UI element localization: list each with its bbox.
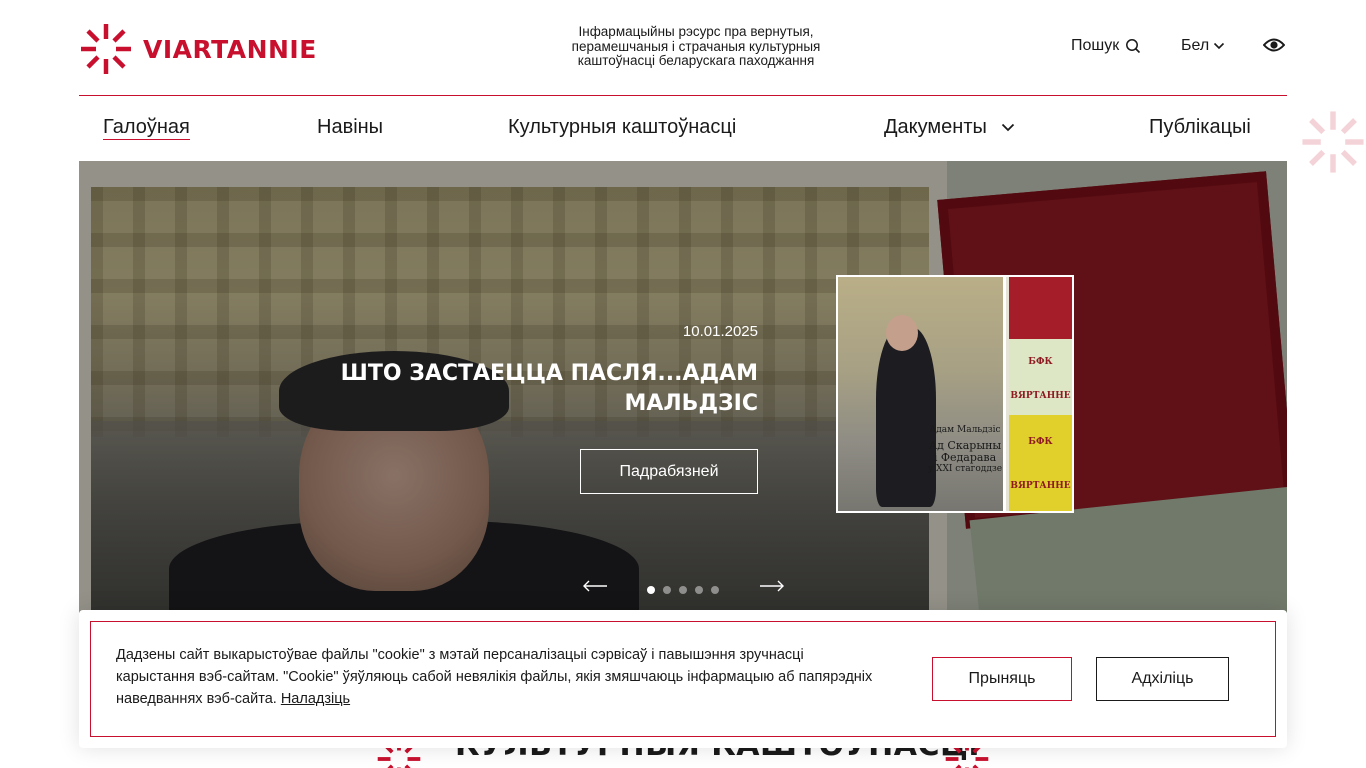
accept-cookies-button[interactable]: Прыняць <box>932 657 1072 701</box>
site-tagline: Інфармацыйны рэсурс пра вернутыя, пераме… <box>541 24 851 69</box>
cover-yellow: БФК ВЯРТАННЕ <box>1009 415 1072 511</box>
nav-item-label: Навіны <box>317 116 384 138</box>
site-logo[interactable]: VIARTANNIE <box>79 22 317 76</box>
language-label: Бел <box>1181 37 1210 54</box>
site-header: VIARTANNIE Інфармацыйны рэсурс пра верну… <box>79 0 1287 96</box>
nav-item-cultural-values[interactable]: Культурныя каштоўнасці <box>508 116 736 139</box>
cover-label: БФК <box>1028 437 1053 447</box>
accessibility-button[interactable] <box>1262 37 1286 58</box>
search-button[interactable]: Пошук <box>1071 37 1141 55</box>
nav-item-home[interactable]: Галоўная <box>103 116 190 140</box>
nav-item-label: Галоўная <box>103 116 190 140</box>
nav-item-documents[interactable]: Дакументы <box>884 116 1015 139</box>
tagline-line: каштоўнасці беларускага паходжання <box>577 53 815 68</box>
cover-label: БФК <box>1028 357 1053 367</box>
slider-dots <box>647 586 719 594</box>
search-icon <box>1126 39 1141 54</box>
cookie-banner-frame: Дадзены сайт выкарыстоўвае файлы "cookie… <box>90 621 1276 737</box>
slider-dot[interactable] <box>663 586 671 594</box>
nav-item-news[interactable]: Навіны <box>317 116 383 139</box>
logo-star-icon <box>81 24 131 74</box>
cover-label: ВЯРТАННЕ <box>1010 391 1071 401</box>
nav-item-label: Публікацыі <box>1149 116 1251 138</box>
cookie-settings-link[interactable]: Наладзіць <box>281 691 350 707</box>
cover-label: ВЯРТАННЕ <box>1010 481 1071 491</box>
read-more-button[interactable]: Падрабязней <box>580 449 758 494</box>
nav-item-publications[interactable]: Публікацыі <box>1149 116 1251 139</box>
cover-red <box>1009 277 1072 339</box>
cookie-message: Дадзены сайт выкарыстоўвае файлы "cookie… <box>116 647 873 707</box>
thumbnail-author: Адам Мальдзіс <box>929 425 1001 435</box>
chevron-down-icon <box>1214 42 1225 50</box>
search-label: Пошук <box>1071 37 1120 54</box>
thumbnail-book-title: Ад Скарыны і Федарава <box>928 439 1002 464</box>
thumbnail-covers: БФК ВЯРТАННЕ БФК ВЯРТАННЕ <box>1009 277 1072 511</box>
hero-thumbnail: Адам Мальдзіс Ад Скарыны і Федарава у XX… <box>836 275 1074 513</box>
slider-dot[interactable] <box>695 586 703 594</box>
logo-text: VIARTANNIE <box>143 34 317 64</box>
tagline-line: перамешчаныя і страчаныя культурныя <box>571 38 821 54</box>
decorative-star-icon <box>1302 111 1364 173</box>
hero-date: 10.01.2025 <box>682 323 758 340</box>
hero-slider: 10.01.2025 ШТО ЗАСТАЕЦЦА ПАСЛЯ...АДАМ МА… <box>79 161 1287 613</box>
thumbnail-figure <box>876 327 936 507</box>
nav-item-label: Культурныя каштоўнасці <box>508 116 737 138</box>
cookie-banner: Дадзены сайт выкарыстоўвае файлы "cookie… <box>79 610 1287 748</box>
hero-title: ШТО ЗАСТАЕЦЦА ПАСЛЯ...АДАМ МАЛЬДЗІС <box>340 361 758 416</box>
nav-item-label: Дакументы <box>884 116 987 138</box>
thumbnail-face <box>886 315 918 351</box>
arrow-left-icon[interactable] <box>582 579 608 593</box>
reject-cookies-button[interactable]: Адхіліць <box>1096 657 1229 701</box>
thumbnail-caption: Адам Мальдзіс Ад Скарыны і Федарава у XX… <box>926 425 1004 475</box>
language-selector[interactable]: Бел <box>1181 37 1225 55</box>
arrow-right-icon[interactable] <box>759 579 785 593</box>
eye-icon <box>1262 38 1286 52</box>
main-nav: Галоўная Навіны Культурныя каштоўнасці Д… <box>79 97 1287 161</box>
cookie-text: Дадзены сайт выкарыстоўвае файлы "cookie… <box>116 644 886 710</box>
thumbnail-book-subtitle: у XXI стагоддзе <box>927 464 1003 474</box>
slider-dot[interactable] <box>647 586 655 594</box>
slider-dot[interactable] <box>711 586 719 594</box>
chevron-down-icon <box>1001 123 1015 132</box>
cover-green: БФК ВЯРТАННЕ <box>1009 339 1072 415</box>
thumbnail-photo: Адам Мальдзіс Ад Скарыны і Федарава у XX… <box>838 277 1006 511</box>
tagline-line: Інфармацыйны рэсурс пра вернутыя, <box>578 24 814 39</box>
slider-dot[interactable] <box>679 586 687 594</box>
